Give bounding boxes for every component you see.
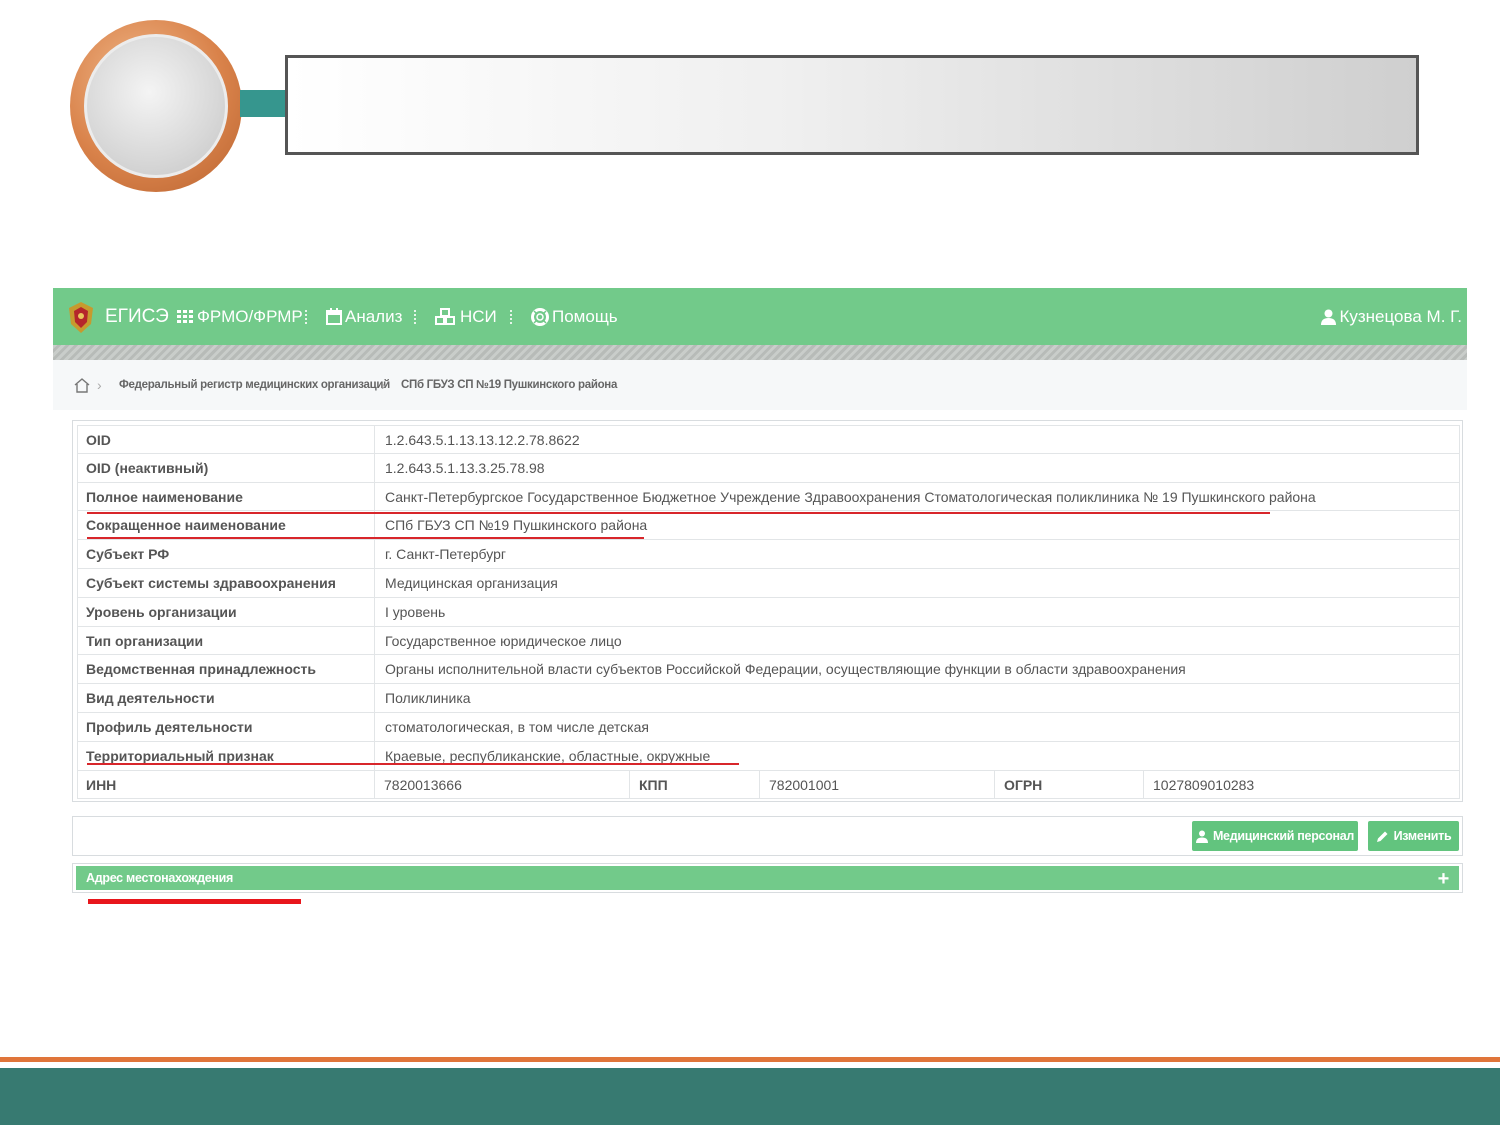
row-value: Краевые, республиканские, областные, окр… [374,741,1460,770]
ogrn-value: 1027809010283 [1143,770,1460,799]
address-panel-header[interactable]: Адрес местонахождения + [76,866,1459,890]
row-key: Уровень организации [77,597,374,626]
footer-bar [0,1068,1500,1125]
table-row: Полное наименование Санкт-Петербургское Г… [77,482,1460,512]
row-value: стоматологическая, в том числе детская [374,712,1460,741]
calendar-icon [326,308,342,325]
footer-accent-line [0,1057,1500,1062]
row-value: 1.2.643.5.1.13.3.25.78.98 [374,453,1460,482]
table-row: Ведомственная принадлежность Органы испол… [77,655,1460,685]
table-row: Субъект системы здравоохранения Медицинск… [77,568,1460,598]
organization-details-card: OID 1.2.643.5.1.13.13.12.2.78.8622 OID (н… [72,420,1463,802]
row-value: I уровень [374,597,1460,626]
highlight-underline-territorial [87,763,739,765]
medallion-center [84,34,228,178]
user-menu[interactable]: Кузнецова М. Г. [1321,288,1462,345]
breadcrumb: › Федеральный регистр медицинских органи… [53,360,1467,410]
home-icon[interactable] [74,360,90,410]
address-panel-title: Адрес местонахождения [86,871,233,885]
doctor-icon [1195,830,1208,843]
nav-label-nsi: НСИ [460,306,497,326]
row-key: OID (неактивный) [77,453,374,482]
row-value: Поликлиника [374,684,1460,713]
ogrn-label: ОГРН [994,770,1143,799]
table-row: OID (неактивный) 1.2.643.5.1.13.3.25.78.9… [77,453,1460,483]
lifebuoy-icon [531,307,549,326]
row-key: OID [77,426,374,454]
user-icon [1321,309,1337,325]
row-key: Полное наименование [77,482,374,511]
highlight-underline-address [88,899,301,904]
pencil-icon [1376,831,1388,842]
table-row: Профиль деятельности стоматологическая, в… [77,712,1460,742]
nav-label-analysis: Анализ [345,306,403,326]
nav-label-help: Помощь [552,306,618,326]
egisz-window: ЕГИСЭ ФРМО/ФРМР Анализ НСИ Помощь Кузнец… [53,288,1467,904]
slide-title-box [285,55,1419,155]
medical-staff-label: Медицинский персонал [1212,829,1355,843]
row-key: Ведомственная принадлежность [77,655,374,684]
nav-label-frmo: ФРМО/ФРМР [197,306,303,326]
breadcrumb-chevron-icon: › [97,377,102,393]
nav-item-help[interactable]: Помощь [531,288,618,345]
kpp-label: КПП [629,770,759,799]
row-key: Территориальный признак [77,741,374,770]
table-row: Тип организации Государственное юридическ… [77,626,1460,656]
inn-label: ИНН [77,770,374,799]
decorative-medallion [70,20,242,192]
kpp-value: 782001001 [759,770,994,799]
row-key: Профиль деятельности [77,712,374,741]
table-row: Сокращенное наименование СПб ГБУЗ СП №19 … [77,511,1460,541]
user-name: Кузнецова М. Г. [1339,306,1462,326]
row-key: Субъект РФ [77,540,374,569]
breadcrumb-chevron-icon: › [381,377,386,393]
row-value: СПб ГБУЗ СП №19 Пушкинского района [374,511,1460,540]
details-table: OID 1.2.643.5.1.13.13.12.2.78.8622 OID (н… [77,425,1460,800]
nav-item-frmo[interactable]: ФРМО/ФРМР [177,288,303,345]
nav-item-analysis[interactable]: Анализ [326,288,402,345]
nav-item-nsi[interactable]: НСИ [435,288,497,345]
inn-value: 7820013666 [374,770,629,799]
codes-row: ИНН 7820013666 КПП 782001001 ОГРН 102780… [77,770,1460,800]
edit-button[interactable]: Изменить [1368,821,1459,851]
breadcrumb-registry[interactable]: Федеральный регистр медицинских организа… [119,360,390,410]
address-panel[interactable]: Адрес местонахождения + [72,863,1463,893]
row-key: Тип организации [77,626,374,655]
highlight-underline-short-name [87,537,644,539]
coat-of-arms-icon [69,302,93,333]
table-row: Территориальный признак Краевые, республи… [77,741,1460,771]
grid-icon [177,309,194,324]
row-value: Государственное юридическое лицо [374,626,1460,655]
top-navbar: ЕГИСЭ ФРМО/ФРМР Анализ НСИ Помощь Кузнец… [53,288,1467,345]
brand-title[interactable]: ЕГИСЭ [105,288,169,345]
row-value: г. Санкт-Петербург [374,540,1460,569]
nav-separator [414,310,416,324]
row-key: Сокращенное наименование [77,511,374,540]
medical-staff-button[interactable]: Медицинский персонал [1192,821,1358,851]
title-connector [240,90,288,117]
edit-label: Изменить [1393,829,1452,843]
row-value: Органы исполнительной власти субъектов Р… [374,655,1460,684]
breadcrumb-current: СПб ГБУЗ СП №19 Пушкинского района [401,379,618,391]
table-row: OID 1.2.643.5.1.13.13.12.2.78.8622 [77,425,1460,454]
table-row: Субъект РФ г. Санкт-Петербург [77,540,1460,569]
table-row: Уровень организации I уровень [77,597,1460,627]
expand-plus-icon[interactable]: + [1438,866,1450,892]
nav-separator [510,310,512,324]
table-row: Вид деятельности Поликлиника [77,684,1460,713]
row-value: Санкт-Петербургское Государственное Бюдж… [374,482,1460,511]
row-value: 1.2.643.5.1.13.13.12.2.78.8622 [374,426,1460,454]
row-value: Медицинская организация [374,568,1460,597]
nav-separator [305,310,307,324]
highlight-underline-full-name [87,512,1270,514]
header-stripe [53,345,1467,360]
row-key: Вид деятельности [77,684,374,713]
row-key: Субъект системы здравоохранения [77,568,374,597]
cubes-icon [435,307,457,326]
actions-panel: Медицинский персонал Изменить [72,816,1463,856]
